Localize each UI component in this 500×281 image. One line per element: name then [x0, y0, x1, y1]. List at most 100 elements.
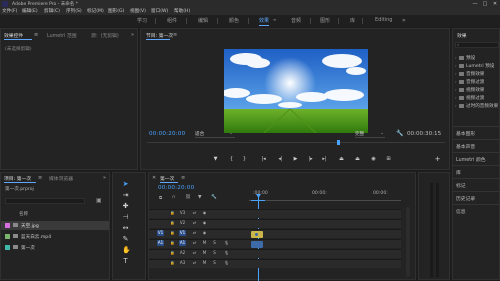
expand-panels-icon[interactable]: »	[103, 175, 106, 181]
mute-button[interactable]: M	[201, 240, 208, 246]
sync-lock-icon[interactable]: ⇄	[191, 250, 198, 256]
effects-tree-item[interactable]: › 预设	[452, 55, 500, 62]
type-tool-icon[interactable]: T	[122, 257, 129, 265]
zoom-level-dropdown[interactable]: 适合 ⌄	[195, 131, 235, 138]
mute-button[interactable]: M	[201, 250, 208, 256]
panel-menu-icon[interactable]: ≡	[181, 175, 185, 181]
sync-lock-icon[interactable]: ⇄	[191, 220, 198, 226]
comparison-view-icon[interactable]: ⊞	[385, 156, 392, 162]
source-patch-v1[interactable]: V1	[157, 230, 164, 236]
microphone-icon[interactable]: 🎙	[223, 260, 230, 266]
menu-view[interactable]: 视图(V)	[130, 8, 146, 15]
playback-resolution-dropdown[interactable]: 完整 ⌄	[355, 131, 385, 138]
effects-tree-item[interactable]: › Lumetri 预设	[452, 63, 500, 70]
go-to-in-icon[interactable]: |◂	[260, 156, 267, 162]
solo-button[interactable]: S	[211, 250, 218, 256]
eye-icon[interactable]: ◉	[201, 220, 208, 226]
new-bin-icon[interactable]: ▣	[96, 197, 102, 204]
solo-button[interactable]: S	[211, 240, 218, 246]
menu-file[interactable]: 文件(F)	[2, 8, 17, 15]
menu-edit[interactable]: 编辑(E)	[22, 8, 38, 15]
workspace-learning[interactable]: 学习	[137, 17, 147, 24]
play-icon[interactable]: ▶	[292, 156, 299, 162]
workspace-audio[interactable]: 音频	[291, 17, 301, 24]
timeline-sequence-tab[interactable]: 第一次	[160, 175, 174, 182]
menu-clip[interactable]: 剪辑(C)	[44, 8, 60, 15]
tab-source[interactable]: 源：(无剪辑)	[91, 32, 119, 39]
effects-tree-item[interactable]: › 过时的音频效果	[452, 103, 500, 110]
linked-selection-icon[interactable]: ⛓	[185, 195, 191, 200]
source-patch-a1[interactable]: A1	[157, 240, 164, 246]
pen-tool-icon[interactable]: ✎	[122, 235, 129, 243]
effects-tree-item[interactable]: › 音频效果	[452, 71, 500, 78]
razor-tool-icon[interactable]: ⊣	[122, 213, 129, 221]
tab-effect-controls[interactable]: 效果控件	[4, 32, 23, 39]
workspace-editing-en[interactable]: Editing	[375, 17, 392, 23]
section-libraries[interactable]: 库	[452, 165, 500, 176]
project-search-input[interactable]	[5, 198, 85, 204]
lock-icon[interactable]: 🔒	[169, 230, 176, 236]
nest-icon[interactable]: ⧉	[159, 195, 162, 201]
workspace-graphics[interactable]: 图形	[320, 17, 330, 24]
eye-icon[interactable]: ◉	[201, 230, 208, 236]
tab-project[interactable]: 项目: 第一次	[4, 175, 31, 182]
eye-icon[interactable]: ◉	[201, 210, 208, 216]
menu-window[interactable]: 窗口(W)	[151, 8, 168, 15]
expand-panels-icon[interactable]: »	[131, 32, 134, 38]
workspace-color[interactable]: 颜色	[229, 17, 239, 24]
lock-icon[interactable]: 🔒	[169, 240, 176, 246]
effects-tree-item[interactable]: › 视频效果	[452, 87, 500, 94]
snap-icon[interactable]: ∩	[172, 195, 175, 200]
selection-tool-icon[interactable]: ➤	[122, 180, 129, 188]
workspace-menu-icon[interactable]: ≡	[273, 17, 276, 22]
mark-in-icon[interactable]: {	[228, 156, 235, 162]
export-frame-icon[interactable]: ◉	[370, 156, 377, 162]
lock-icon[interactable]: 🔒	[169, 260, 176, 266]
list-item[interactable]: 蓝天白云.mp4	[1, 232, 109, 241]
panel-menu-icon[interactable]: ≡	[173, 32, 177, 38]
sync-lock-icon[interactable]: ⇄	[191, 240, 198, 246]
panel-menu-icon[interactable]: ≡	[38, 175, 42, 181]
menu-marker[interactable]: 标记(M)	[87, 8, 104, 15]
section-essential-graphics[interactable]: 基本图形	[452, 126, 500, 137]
extract-icon[interactable]: ⏏	[354, 156, 361, 162]
audio-clip[interactable]	[251, 241, 263, 248]
lock-icon[interactable]: 🔒	[169, 250, 176, 256]
add-marker-icon[interactable]: ▼	[212, 156, 219, 162]
workspace-effects[interactable]: 效果	[259, 17, 270, 26]
tab-media-browser[interactable]: 媒体浏览器	[49, 175, 73, 182]
mark-out-icon[interactable]: }	[241, 156, 248, 162]
go-to-out-icon[interactable]: ▸|	[321, 156, 328, 162]
sync-lock-icon[interactable]: ⇄	[191, 230, 198, 236]
time-ruler[interactable]	[249, 197, 401, 201]
effects-panel-title[interactable]: 效果	[457, 32, 467, 39]
ripple-edit-tool-icon[interactable]: ✚	[122, 202, 129, 210]
menu-sequence[interactable]: 序列(S)	[66, 8, 82, 15]
scrub-bar[interactable]	[147, 142, 445, 145]
section-lumetri-color[interactable]: Lumetri 颜色	[452, 152, 500, 163]
track-select-tool-icon[interactable]: ⇥	[122, 191, 129, 199]
minimize-button[interactable]: —	[470, 0, 480, 8]
playhead-timecode[interactable]: 00:00:20:00	[149, 131, 185, 137]
timeline-settings-icon[interactable]: 🔧	[211, 195, 217, 200]
close-button[interactable]: ✕	[490, 0, 500, 8]
wrench-icon[interactable]: 🔧	[396, 130, 403, 137]
step-forward-icon[interactable]: |▸	[307, 156, 314, 162]
solo-button[interactable]: S	[211, 260, 218, 266]
section-essential-sound[interactable]: 基本声音	[452, 139, 500, 150]
section-history[interactable]: 历史记录	[452, 191, 500, 202]
lock-icon[interactable]: 🔒	[169, 220, 176, 226]
more-workspaces-icon[interactable]: »	[402, 17, 406, 24]
maximize-button[interactable]: □	[480, 0, 490, 8]
track-label[interactable]: V1	[179, 230, 186, 236]
timeline-vertical-scrollbar[interactable]	[406, 207, 410, 277]
effects-search-input[interactable]: ⌕	[455, 42, 499, 48]
tab-lumetri-scopes[interactable]: Lumetri 范围	[47, 32, 77, 39]
hand-tool-icon[interactable]: ✋	[122, 246, 131, 254]
add-marker-icon[interactable]: ▼	[198, 195, 202, 200]
sync-lock-icon[interactable]: ⇄	[191, 210, 198, 216]
microphone-icon[interactable]: 🎙	[223, 250, 230, 256]
effects-tree-item[interactable]: › 视频过渡	[452, 95, 500, 102]
lift-icon[interactable]: ⏏	[338, 156, 345, 162]
menu-graphics[interactable]: 图形(G)	[108, 8, 124, 15]
